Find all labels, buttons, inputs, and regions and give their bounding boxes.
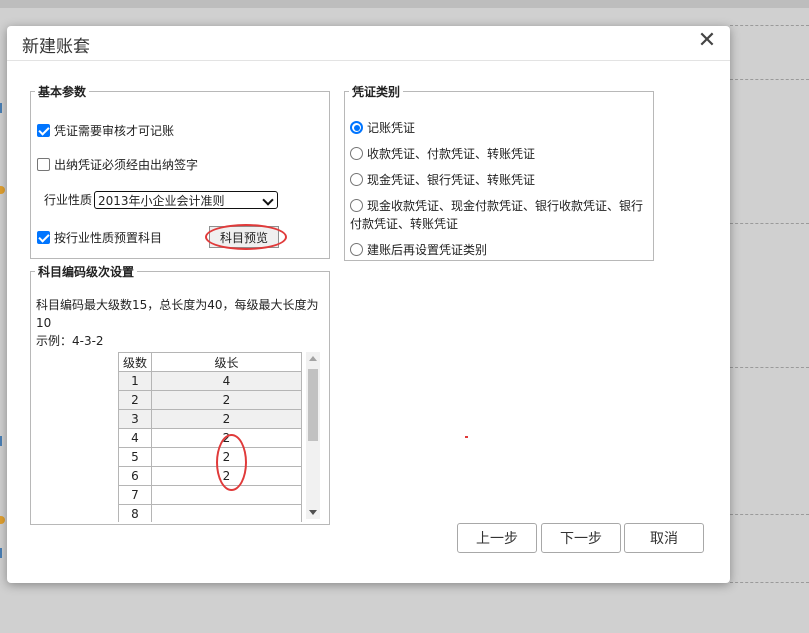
basic-params-group: 基本参数 凭证需要审核才可记账 出纳凭证必须经由出纳签字 行业性质 2013年小… xyxy=(30,83,330,259)
level-cell: 3 xyxy=(118,409,152,429)
voucher-type-radio-5[interactable] xyxy=(350,243,363,256)
preset-accounts-label: 按行业性质预置科目 xyxy=(54,231,163,245)
voucher-type-option-4[interactable]: 现金收款凭证、现金付款凭证、银行收款凭证、银行 xyxy=(350,197,643,214)
coding-level-legend: 科目编码级次设置 xyxy=(38,265,135,279)
voucher-type-label-4-cont: 付款凭证、转账凭证 xyxy=(350,217,459,231)
voucher-type-radio-1[interactable] xyxy=(350,121,363,134)
background-link xyxy=(0,103,7,113)
level-cell: 6 xyxy=(118,466,152,486)
background-divider xyxy=(730,223,809,224)
voucher-type-option-3[interactable]: 现金凭证、银行凭证、转账凭证 xyxy=(350,171,535,188)
column-header-level: 级数 xyxy=(118,352,152,372)
level-cell: 7 xyxy=(118,485,152,505)
cancel-button[interactable]: 取消 xyxy=(624,523,704,553)
column-header-length: 级长 xyxy=(151,352,302,372)
voucher-review-checkbox[interactable] xyxy=(37,124,50,137)
voucher-type-label-5: 建账后再设置凭证类别 xyxy=(367,243,488,257)
voucher-type-label-2: 收款凭证、付款凭证、转账凭证 xyxy=(367,147,536,161)
background-divider xyxy=(730,367,809,368)
table-header-row: 级数 级长 xyxy=(118,352,302,372)
background-divider xyxy=(730,79,809,80)
prev-step-button[interactable]: 上一步 xyxy=(457,523,537,553)
preset-accounts-checkbox[interactable] xyxy=(37,231,50,244)
background-divider xyxy=(730,25,809,26)
voucher-type-option-2[interactable]: 收款凭证、付款凭证、转账凭证 xyxy=(350,145,535,162)
table-row[interactable]: 1 4 xyxy=(118,371,302,391)
scroll-down-icon[interactable] xyxy=(309,510,317,515)
background-toolbar xyxy=(0,0,809,8)
background-link xyxy=(0,548,7,558)
level-table-container: 级数 级长 1 4 2 2 3 2 4 2 5 2 6 2 7 8 xyxy=(118,352,318,522)
length-cell[interactable]: 4 xyxy=(151,371,302,391)
scroll-thumb[interactable] xyxy=(308,369,318,441)
voucher-review-option[interactable]: 凭证需要审核才可记账 xyxy=(37,122,174,139)
chevron-down-icon xyxy=(262,194,274,206)
level-cell: 2 xyxy=(118,390,152,410)
voucher-type-legend: 凭证类别 xyxy=(352,85,401,99)
cashier-sign-checkbox[interactable] xyxy=(37,158,50,171)
new-account-set-dialog: 新建账套 ✕ 基本参数 凭证需要审核才可记账 出纳凭证必须经由出纳签字 行业性质… xyxy=(7,26,730,583)
level-cell: 4 xyxy=(118,428,152,448)
table-row[interactable]: 3 2 xyxy=(118,409,302,429)
table-row[interactable]: 2 2 xyxy=(118,390,302,410)
title-divider xyxy=(7,60,730,61)
table-row[interactable]: 8 xyxy=(118,504,302,522)
voucher-type-option-1[interactable]: 记账凭证 xyxy=(350,119,415,136)
coding-desc-line2: 10 xyxy=(36,316,52,330)
length-cell[interactable] xyxy=(151,504,302,522)
level-cell: 5 xyxy=(118,447,152,467)
next-step-button[interactable]: 下一步 xyxy=(541,523,621,553)
cashier-sign-option[interactable]: 出纳凭证必须经由出纳签字 xyxy=(37,156,198,173)
length-cell[interactable]: 2 xyxy=(151,409,302,429)
table-row[interactable]: 7 xyxy=(118,485,302,505)
length-cell[interactable]: 2 xyxy=(151,390,302,410)
table-row[interactable]: 4 2 xyxy=(118,428,302,448)
industry-select-value: 2013年小企业会计准则 xyxy=(98,193,225,208)
background-divider xyxy=(730,582,809,583)
coding-level-group: 科目编码级次设置 科目编码最大级数15，总长度为40，每级最大长度为 10 示例… xyxy=(30,263,330,525)
cashier-sign-label: 出纳凭证必须经由出纳签字 xyxy=(54,158,199,172)
level-cell: 1 xyxy=(118,371,152,391)
voucher-type-radio-3[interactable] xyxy=(350,173,363,186)
background-divider xyxy=(730,514,809,515)
industry-select[interactable]: 2013年小企业会计准则 xyxy=(94,191,278,209)
preset-accounts-option[interactable]: 按行业性质预置科目 xyxy=(37,229,162,246)
voucher-review-label: 凭证需要审核才可记账 xyxy=(54,124,175,138)
scroll-up-icon[interactable] xyxy=(309,356,317,361)
annotation-circle xyxy=(216,434,247,491)
voucher-type-radio-4[interactable] xyxy=(350,199,363,212)
annotation-mark xyxy=(465,436,468,438)
voucher-type-option-5[interactable]: 建账后再设置凭证类别 xyxy=(350,241,487,258)
dialog-title: 新建账套 xyxy=(22,37,90,57)
level-table-scrollbar[interactable] xyxy=(306,352,320,519)
voucher-type-label-4: 现金收款凭证、现金付款凭证、银行收款凭证、银行 xyxy=(367,199,644,213)
basic-params-legend: 基本参数 xyxy=(38,85,87,99)
voucher-type-radio-2[interactable] xyxy=(350,147,363,160)
table-row[interactable]: 5 2 xyxy=(118,447,302,467)
voucher-type-group: 凭证类别 记账凭证 收款凭证、付款凭证、转账凭证 现金凭证、银行凭证、转账凭证 … xyxy=(344,83,654,261)
close-icon[interactable]: ✕ xyxy=(695,30,719,54)
industry-label: 行业性质 xyxy=(44,193,93,207)
coding-desc-line1: 科目编码最大级数15，总长度为40，每级最大长度为 xyxy=(36,298,319,312)
coding-example: 示例：4-3-2 xyxy=(36,334,104,348)
table-row[interactable]: 6 2 xyxy=(118,466,302,486)
annotation-circle xyxy=(205,224,287,250)
level-cell: 8 xyxy=(118,504,152,522)
level-table: 级数 级长 1 4 2 2 3 2 4 2 5 2 6 2 7 8 xyxy=(118,352,302,522)
voucher-type-label-1: 记账凭证 xyxy=(367,121,416,135)
voucher-type-label-3: 现金凭证、银行凭证、转账凭证 xyxy=(367,173,536,187)
background-link xyxy=(0,436,7,446)
